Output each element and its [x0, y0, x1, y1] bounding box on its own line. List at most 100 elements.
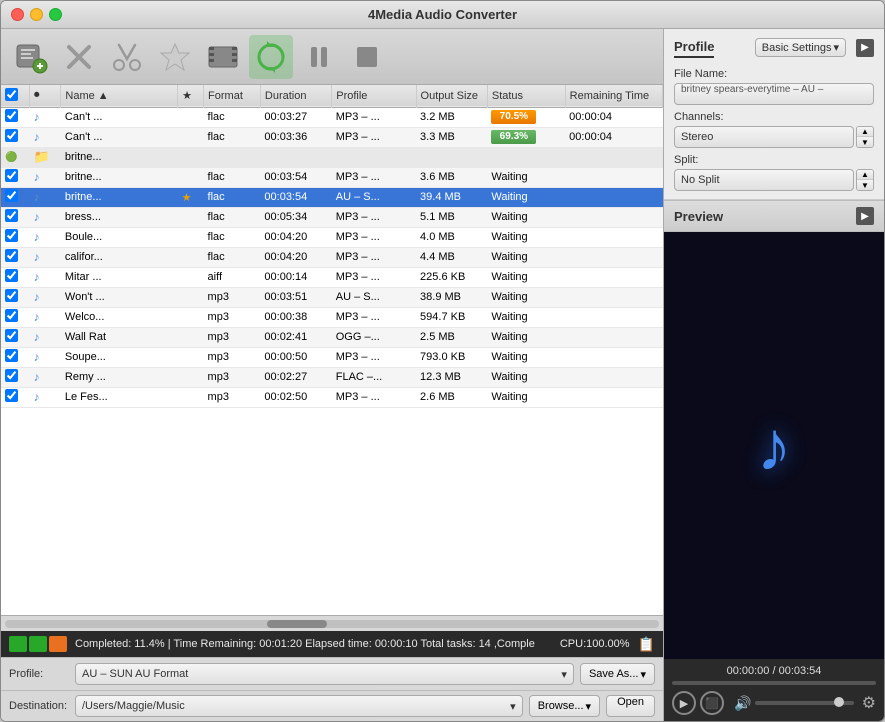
row-profile: FLAC –... — [332, 367, 416, 387]
header-checkbox — [1, 85, 30, 107]
expand-button[interactable]: ▶ — [856, 39, 874, 57]
header-duration[interactable]: Duration — [260, 85, 331, 107]
table-row[interactable]: ♪bress...flac00:05:34MP3 – ...5.1 MBWait… — [1, 207, 663, 227]
table-row[interactable]: ♪Boule...flac00:04:20MP3 – ...4.0 MBWait… — [1, 227, 663, 247]
table-row[interactable]: ♪Can't ...flac00:03:36MP3 – ...3.3 MB69.… — [1, 127, 663, 147]
file-list[interactable]: ⏺ Name ▲ ★ Format Duration Profile Outpu… — [1, 85, 663, 615]
play-button[interactable]: ▶ — [672, 691, 696, 715]
table-row[interactable]: ♪Wall Ratmp300:02:41OGG –...2.5 MBWaitin… — [1, 327, 663, 347]
row-favorite — [178, 127, 204, 147]
row-checkbox[interactable] — [5, 229, 18, 242]
header-remaining[interactable]: Remaining Time — [565, 85, 662, 107]
channels-stepper[interactable]: ▲ ▼ — [856, 126, 874, 148]
table-row[interactable]: ♪britne...★flac00:03:54AU – S...39.4 MBW… — [1, 187, 663, 207]
row-output-size: 38.9 MB — [416, 287, 487, 307]
destination-select[interactable]: /Users/Maggie/Music ▾ — [75, 695, 523, 717]
row-name: Mitar ... — [61, 267, 178, 287]
channels-up[interactable]: ▲ — [857, 127, 873, 137]
row-duration — [260, 147, 331, 167]
table-row[interactable]: ♪califor...flac00:04:20MP3 – ...4.4 MBWa… — [1, 247, 663, 267]
row-checkbox[interactable] — [5, 289, 18, 302]
row-format: flac — [204, 107, 261, 127]
stop-playback-button[interactable]: ⬛ — [700, 691, 724, 715]
close-button[interactable] — [11, 8, 24, 21]
row-profile: MP3 – ... — [332, 227, 416, 247]
preview-settings-gear[interactable]: ⚙ — [862, 693, 876, 713]
header-format[interactable]: Format — [204, 85, 261, 107]
favorite-button[interactable] — [153, 35, 197, 79]
split-stepper[interactable]: ▲ ▼ — [856, 169, 874, 191]
row-status: Waiting — [487, 307, 565, 327]
minimize-button[interactable] — [30, 8, 43, 21]
table-row[interactable]: ♪Welco...mp300:00:38MP3 – ...594.7 KBWai… — [1, 307, 663, 327]
row-checkbox[interactable] — [5, 329, 18, 342]
row-checkbox[interactable] — [5, 249, 18, 262]
split-down[interactable]: ▼ — [857, 180, 873, 190]
playback-progress-track[interactable] — [672, 681, 876, 685]
channels-select[interactable]: Stereo — [674, 126, 854, 148]
row-checkbox[interactable] — [5, 369, 18, 382]
row-checkbox[interactable] — [5, 309, 18, 322]
row-duration: 00:00:14 — [260, 267, 331, 287]
horizontal-scrollbar[interactable] — [1, 615, 663, 631]
split-select[interactable]: No Split — [674, 169, 854, 191]
preview-expand-button[interactable]: ▶ — [856, 207, 874, 225]
pause-button[interactable] — [297, 35, 341, 79]
table-row[interactable]: ♪Mitar ...aiff00:00:14MP3 – ...225.6 KBW… — [1, 267, 663, 287]
select-all-checkbox[interactable] — [5, 88, 18, 101]
row-name: Wall Rat — [61, 327, 178, 347]
convert-button[interactable] — [249, 35, 293, 79]
save-as-button[interactable]: Save As... ▾ — [580, 663, 655, 685]
row-checkbox[interactable] — [5, 349, 18, 362]
row-checkbox[interactable] — [5, 169, 18, 182]
table-row[interactable]: ♪Can't ...flac00:03:27MP3 – ...3.2 MB70.… — [1, 107, 663, 127]
row-remaining-time — [565, 207, 662, 227]
row-favorite — [178, 207, 204, 227]
maximize-button[interactable] — [49, 8, 62, 21]
header-favorite[interactable]: ★ — [178, 85, 204, 107]
row-checkbox[interactable] — [5, 389, 18, 402]
table-row[interactable]: ♪britne...flac00:03:54MP3 – ...3.6 MBWai… — [1, 167, 663, 187]
row-icon-cell: ♪ — [30, 167, 61, 187]
row-favorite — [178, 387, 204, 407]
row-duration: 00:05:34 — [260, 207, 331, 227]
open-button[interactable]: Open — [606, 695, 655, 717]
basic-settings-button[interactable]: Basic Settings ▾ — [755, 38, 846, 57]
volume-slider[interactable] — [755, 701, 853, 705]
header-status[interactable]: Status — [487, 85, 565, 107]
film-button[interactable] — [201, 35, 245, 79]
preview-section: Preview ▶ ♪ 00:00:00 / 00:03:54 ▶ ⬛ � — [664, 200, 884, 721]
profile-select[interactable]: AU – SUN AU Format ▾ — [75, 663, 574, 685]
table-row[interactable]: 🟢📁britne... — [1, 147, 663, 167]
row-remaining-time — [565, 367, 662, 387]
file-name-input[interactable]: britney spears-everytime – AU – — [674, 83, 874, 105]
channels-down[interactable]: ▼ — [857, 137, 873, 147]
add-button[interactable] — [9, 35, 53, 79]
row-checkbox[interactable] — [5, 189, 18, 202]
row-checkbox[interactable] — [5, 269, 18, 282]
table-row[interactable]: ♪Le Fes...mp300:02:50MP3 – ...2.6 MBWait… — [1, 387, 663, 407]
delete-button[interactable] — [57, 35, 101, 79]
row-remaining-time — [565, 147, 662, 167]
header-profile[interactable]: Profile — [332, 85, 416, 107]
table-row[interactable]: ♪Remy ...mp300:02:27FLAC –...12.3 MBWait… — [1, 367, 663, 387]
table-row[interactable]: ♪Soupe...mp300:00:50MP3 – ...793.0 KBWai… — [1, 347, 663, 367]
table-row[interactable]: ♪Won't ...mp300:03:51AU – S...38.9 MBWai… — [1, 287, 663, 307]
header-output-size[interactable]: Output Size — [416, 85, 487, 107]
scroll-thumb[interactable] — [267, 620, 327, 628]
stop-button[interactable] — [345, 35, 389, 79]
header-icon: ⏺ — [30, 85, 61, 107]
cut-button[interactable] — [105, 35, 149, 79]
row-checkbox[interactable] — [5, 109, 18, 122]
header-name[interactable]: Name ▲ — [61, 85, 178, 107]
right-tabs: Profile Basic Settings ▾ ▶ — [674, 37, 874, 58]
split-up[interactable]: ▲ — [857, 170, 873, 180]
row-name: Soupe... — [61, 347, 178, 367]
toolbar — [1, 29, 663, 85]
row-checkbox-cell — [1, 267, 30, 287]
log-icon[interactable]: 📋 — [638, 636, 655, 653]
profile-tab[interactable]: Profile — [674, 37, 714, 58]
row-checkbox[interactable] — [5, 129, 18, 142]
row-checkbox[interactable] — [5, 209, 18, 222]
browse-button[interactable]: Browse... ▾ — [529, 695, 600, 717]
